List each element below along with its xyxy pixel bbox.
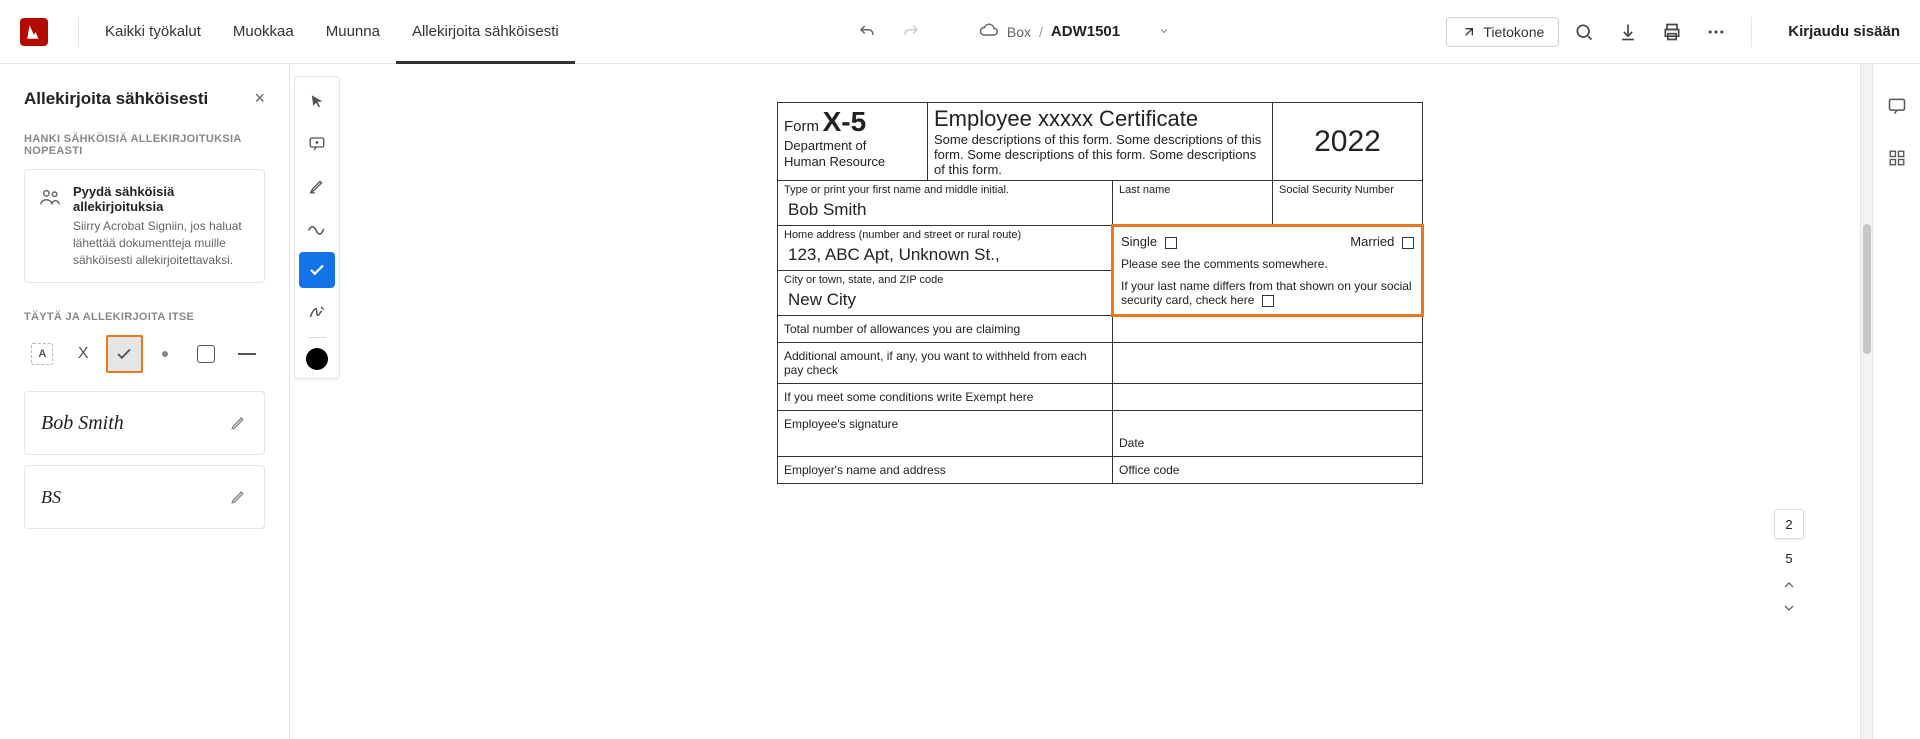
signature-box[interactable]: Bob Smith (24, 391, 265, 455)
row-employer: Employer's name and address (778, 457, 1113, 484)
label-city: City or town, state, and ZIP code (784, 274, 1106, 286)
row-additional: Additional amount, if any, you want to w… (778, 343, 1113, 384)
initials-box[interactable]: BS (24, 465, 265, 529)
label-married: Married (1350, 234, 1394, 249)
divider (78, 17, 79, 47)
close-icon[interactable]: × (254, 88, 265, 109)
people-icon (39, 184, 61, 268)
tool-sign[interactable] (299, 294, 335, 330)
tool-checkmark-active[interactable] (299, 252, 335, 288)
label-ssn: Social Security Number (1279, 184, 1416, 196)
label-single: Single (1121, 234, 1157, 249)
tool-line[interactable] (228, 335, 265, 373)
form-document: Form X-5 Department of Human Resource Em… (777, 102, 1423, 739)
panel-title: Allekirjoita sähköisesti (24, 89, 208, 109)
redo-button[interactable] (895, 16, 927, 48)
value-city[interactable]: New City (784, 286, 1106, 312)
row-emp-signature[interactable]: Employee's signature (778, 411, 1113, 457)
request-signatures-card[interactable]: Pyydä sähköisiä allekirjoituksia Siirry … (24, 169, 265, 283)
topbar-right: Tietokone Kirjaudu sisään (1446, 13, 1900, 51)
row-allowances: Total number of allowances you are claim… (778, 316, 1113, 343)
more-icon[interactable] (1697, 13, 1735, 51)
tool-comment[interactable] (299, 126, 335, 162)
undo-button[interactable] (851, 16, 883, 48)
form-dept2: Human Resource (784, 154, 885, 169)
section-get-label: HANKI SÄHKÖISIÄ ALLEKIRJOITUKSIA NOPEAST… (24, 133, 265, 157)
form-label: Form (784, 118, 819, 135)
page-total: 5 (1785, 543, 1792, 573)
breadcrumb-sep: / (1039, 24, 1043, 40)
form-dept1: Department of (784, 138, 866, 153)
page-up-icon[interactable] (1781, 577, 1797, 596)
apps-icon[interactable] (1879, 140, 1915, 176)
fill-tool-row: A X (24, 335, 265, 373)
file-dropdown-icon[interactable] (1158, 24, 1170, 40)
tool-dot[interactable] (147, 335, 184, 373)
pencil-icon[interactable] (230, 413, 248, 434)
initials-text: BS (41, 487, 61, 508)
checkbox-single[interactable] (1165, 237, 1177, 249)
tab-all-tools[interactable]: Kaikki työkalut (89, 0, 217, 64)
label-firstname: Type or print your first name and middle… (784, 184, 1106, 196)
toolbar-divider (308, 337, 326, 338)
tab-convert[interactable]: Muunna (310, 0, 396, 64)
page-current[interactable]: 2 (1774, 509, 1804, 539)
vertical-toolbar (294, 76, 340, 379)
topbar: Kaikki työkalut Muokkaa Muunna Allekirjo… (0, 0, 1920, 64)
form-year: 2022 (1279, 125, 1416, 159)
scrollbar[interactable] (1860, 64, 1872, 739)
menu-tabs: Kaikki työkalut Muokkaa Muunna Allekirjo… (89, 0, 575, 64)
form-desc: Some descriptions of this form. Some des… (934, 132, 1266, 177)
comments-icon[interactable] (1879, 88, 1915, 124)
device-label: Tietokone (1483, 24, 1544, 40)
breadcrumb: Box / ADW1501 (979, 20, 1170, 43)
checkbox-married[interactable] (1402, 237, 1414, 249)
card-title: Pyydä sähköisiä allekirjoituksia (73, 184, 250, 214)
color-swatch[interactable] (306, 348, 328, 370)
document-canvas[interactable]: Form X-5 Department of Human Resource Em… (340, 64, 1860, 739)
right-rail (1872, 64, 1920, 739)
topbar-center: Box / ADW1501 (575, 16, 1447, 48)
page-down-icon[interactable] (1781, 600, 1797, 619)
checkbox-lastname-diff[interactable] (1262, 295, 1274, 307)
device-button[interactable]: Tietokone (1446, 17, 1559, 47)
print-icon[interactable] (1653, 13, 1691, 51)
tab-esign[interactable]: Allekirjoita sähköisesti (396, 0, 575, 64)
card-desc: Siirry Acrobat Signiin, jos haluat lähet… (73, 218, 250, 268)
breadcrumb-file[interactable]: ADW1501 (1051, 23, 1120, 40)
download-icon[interactable] (1609, 13, 1647, 51)
section-fill-label: TÄYTÄ JA ALLEKIRJOITA ITSE (24, 311, 265, 323)
tool-checkmark[interactable] (106, 335, 143, 373)
signature-text: Bob Smith (41, 412, 124, 435)
row-date[interactable]: Date (1113, 411, 1423, 457)
form-title: Employee xxxxx Certificate (934, 106, 1266, 132)
breadcrumb-box[interactable]: Box (1007, 24, 1031, 40)
content: Allekirjoita sähköisesti × HANKI SÄHKÖIS… (0, 64, 1920, 739)
cloud-icon (979, 20, 999, 43)
row-exempt: If you meet some conditions write Exempt… (778, 384, 1113, 411)
value-address[interactable]: 123, ABC Apt, Unknown St., (784, 241, 1106, 267)
tool-highlight[interactable] (299, 168, 335, 204)
app-logo[interactable] (20, 18, 48, 46)
page-navigator: 2 5 (1774, 509, 1804, 619)
tab-edit[interactable]: Muokkaa (217, 0, 310, 64)
tool-cursor[interactable] (299, 84, 335, 120)
scrollbar-thumb[interactable] (1863, 224, 1871, 354)
label-lastname: Last name (1119, 184, 1266, 196)
form-number: X-5 (823, 106, 867, 137)
note-comments: Please see the comments somewhere. (1121, 257, 1414, 271)
pencil-icon[interactable] (230, 487, 248, 508)
row-office: Office code (1113, 457, 1423, 484)
tool-rectangle[interactable] (187, 335, 224, 373)
login-link[interactable]: Kirjaudu sisään (1788, 23, 1900, 40)
left-panel: Allekirjoita sähköisesti × HANKI SÄHKÖIS… (0, 64, 290, 739)
divider (1751, 17, 1752, 47)
tool-text[interactable]: A (24, 335, 61, 373)
tool-x[interactable]: X (65, 335, 102, 373)
value-firstname[interactable]: Bob Smith (784, 196, 1106, 222)
search-icon[interactable] (1565, 13, 1603, 51)
tool-draw[interactable] (299, 210, 335, 246)
label-address: Home address (number and street or rural… (784, 229, 1106, 241)
